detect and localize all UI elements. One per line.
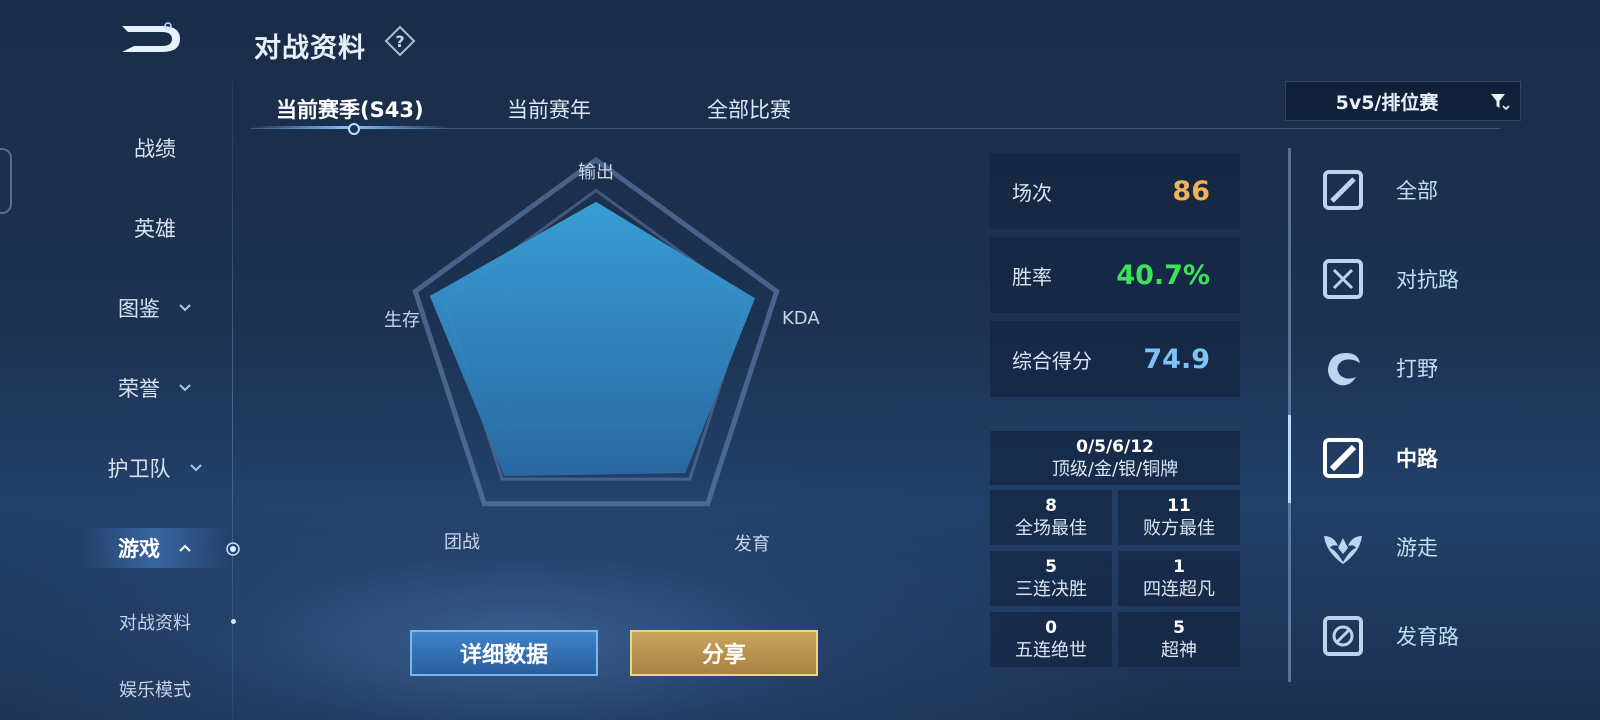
radar-label-survival: 生存 — [384, 310, 420, 331]
tab-active-dot — [348, 123, 360, 135]
stat-win-rate-value: 40.7% — [1116, 259, 1210, 291]
all-lanes-icon — [1323, 170, 1363, 210]
farm-lane-icon — [1323, 616, 1363, 656]
nav-divider — [232, 80, 233, 720]
stat-matches-value: 86 — [1172, 175, 1210, 207]
clash-lane-icon — [1323, 259, 1363, 299]
nav-subitem-entertainment[interactable]: 娱乐模式 — [80, 672, 230, 706]
nav-item-game[interactable]: 游戏 — [80, 528, 230, 568]
lane-all[interactable]: 全部 — [1320, 162, 1560, 218]
page-title: 对战资料 — [254, 33, 366, 64]
achievement-triple-kill: 5 三连决胜 — [990, 551, 1112, 606]
lane-roam[interactable]: 游走 — [1320, 519, 1560, 575]
radar-label-teamfight: 团战 — [444, 532, 480, 553]
lane-farm[interactable]: 发育路 — [1320, 608, 1560, 664]
achievement-mvp: 8 全场最佳 — [990, 490, 1112, 545]
help-button[interactable]: ? — [384, 25, 416, 57]
chevron-down-icon — [179, 384, 191, 392]
lane-top[interactable]: 对抗路 — [1320, 251, 1560, 307]
nav-item-record[interactable]: 战绩 — [80, 128, 230, 168]
mode-filter-dropdown[interactable]: 5v5/排位赛 — [1285, 81, 1521, 121]
back-button[interactable] — [118, 22, 184, 56]
stat-score-value: 74.9 — [1143, 343, 1210, 375]
lane-jungle[interactable]: 打野 — [1320, 340, 1560, 396]
medal-summary: 0/5/6/12 顶级/金/银/铜牌 — [990, 431, 1240, 485]
nav-subitem-battle-data[interactable]: 对战资料 — [80, 605, 230, 639]
radar-label-growth: 发育 — [734, 534, 770, 555]
lane-active-indicator — [1288, 415, 1291, 503]
radar-label-kda: KDA — [782, 308, 820, 329]
chevron-up-icon — [179, 544, 191, 552]
tab-all-matches[interactable]: 全部比赛 — [707, 94, 791, 124]
achievement-legendary: 5 超神 — [1118, 612, 1240, 667]
nav-item-guard[interactable]: 护卫队 — [80, 448, 230, 488]
stat-score: 综合得分 74.9 — [990, 321, 1240, 397]
nav-item-honor[interactable]: 荣誉 — [80, 368, 230, 408]
radar-svg — [412, 156, 780, 507]
question-icon: ? — [384, 25, 416, 57]
chevron-down-icon — [189, 464, 202, 472]
jungle-icon — [1328, 353, 1360, 386]
radar-chart: 输出 KDA 发育 团战 生存 — [384, 150, 860, 570]
tab-current-year[interactable]: 当前赛年 — [507, 94, 591, 124]
achievement-quadra-kill: 1 四连超凡 — [1118, 551, 1240, 606]
radar-label-output: 输出 — [578, 162, 614, 183]
back-arrow-icon — [122, 22, 180, 52]
details-button[interactable]: 详细数据 — [410, 630, 598, 676]
nav-item-codex[interactable]: 图鉴 — [80, 288, 230, 328]
filter-icon — [1491, 94, 1510, 111]
stat-win-rate: 胜率 40.7% — [990, 237, 1240, 313]
nav-active-marker-icon — [226, 542, 240, 556]
tab-current-season[interactable]: 当前赛季(S43) — [276, 94, 424, 124]
achievement-penta-kill: 0 五连绝世 — [990, 612, 1112, 667]
nav-item-heroes[interactable]: 英雄 — [80, 208, 230, 248]
mid-lane-icon — [1323, 438, 1363, 478]
roam-icon — [1324, 536, 1362, 564]
left-edge-tab — [0, 148, 12, 214]
share-button[interactable]: 分享 — [630, 630, 818, 676]
chevron-down-icon — [179, 304, 191, 312]
achievement-losing-mvp: 11 败方最佳 — [1118, 490, 1240, 545]
svg-text:?: ? — [395, 32, 404, 51]
nav-sub-dot — [231, 619, 236, 624]
lane-mid[interactable]: 中路 — [1320, 430, 1560, 486]
stat-matches: 场次 86 — [990, 153, 1240, 229]
